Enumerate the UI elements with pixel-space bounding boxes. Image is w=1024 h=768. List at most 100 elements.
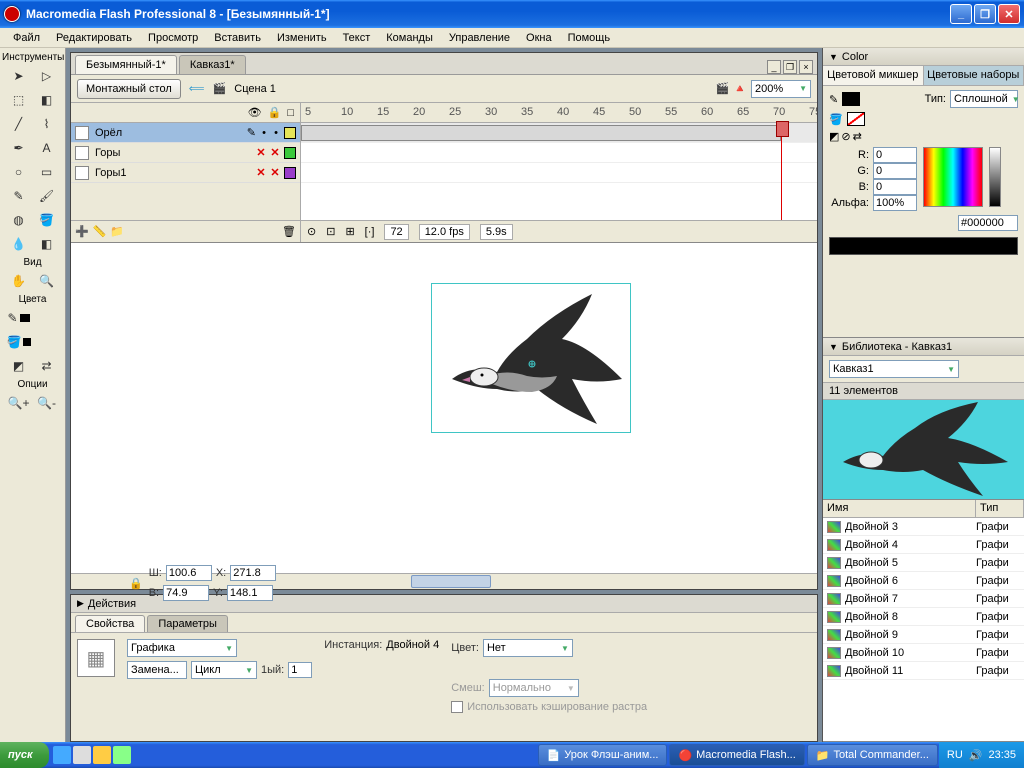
layer-color[interactable]: [284, 127, 296, 139]
edit-symbol-icon[interactable]: 🔺: [733, 82, 747, 95]
library-doc-select[interactable]: Кавказ1▼: [829, 360, 959, 378]
ink-bottle-tool[interactable]: ◍: [6, 209, 32, 231]
library-item[interactable]: Двойной 9Графи: [823, 626, 1024, 644]
ql-desktop-icon[interactable]: [73, 746, 91, 764]
b-field[interactable]: [873, 179, 917, 195]
layer-row[interactable]: Орёл ✎ ••: [71, 123, 300, 143]
onion-markers-icon[interactable]: [·]: [365, 226, 375, 238]
doc-tab-1[interactable]: Безымянный-1*: [75, 55, 177, 74]
menu-window[interactable]: Окна: [519, 30, 559, 46]
col-name[interactable]: Имя: [823, 500, 976, 517]
lang-indicator[interactable]: RU: [947, 749, 963, 761]
layer-color[interactable]: [284, 147, 296, 159]
alpha-field[interactable]: [873, 195, 917, 211]
library-item[interactable]: Двойной 4Графи: [823, 536, 1024, 554]
ql-app-icon[interactable]: [93, 746, 111, 764]
fill-swatch[interactable]: [847, 112, 865, 126]
menu-edit[interactable]: Редактировать: [49, 30, 139, 46]
library-list[interactable]: Двойной 3ГрафиДвойной 4ГрафиДвойной 5Гра…: [823, 518, 1024, 741]
library-item[interactable]: Двойной 7Графи: [823, 590, 1024, 608]
library-item[interactable]: Двойной 11Графи: [823, 662, 1024, 680]
playhead[interactable]: [781, 123, 782, 220]
gradient-transform-tool[interactable]: ◧: [34, 89, 60, 111]
library-item[interactable]: Двойной 5Графи: [823, 554, 1024, 572]
color-picker[interactable]: [923, 147, 983, 207]
brightness-ramp[interactable]: [989, 147, 1001, 207]
eyedropper-tool[interactable]: 💧: [6, 233, 32, 255]
lock-icon[interactable]: 🔒: [268, 106, 282, 119]
menu-help[interactable]: Помощь: [561, 30, 618, 46]
menu-commands[interactable]: Команды: [379, 30, 440, 46]
color-effect-select[interactable]: Нет▼: [483, 639, 573, 657]
task-button[interactable]: 📄Урок Флэш-аним...: [538, 744, 668, 766]
layer-color[interactable]: [284, 167, 296, 179]
rectangle-tool[interactable]: ▭: [34, 161, 60, 183]
layer-row[interactable]: Горы ✕✕: [71, 143, 300, 163]
selection-box[interactable]: [431, 283, 631, 433]
lasso-tool[interactable]: ⌇: [34, 113, 60, 135]
swap-icon[interactable]: ⇄: [853, 130, 862, 143]
menu-file[interactable]: Файл: [6, 30, 47, 46]
width-field[interactable]: [166, 565, 212, 581]
library-item[interactable]: Двойной 8Графи: [823, 608, 1024, 626]
menu-text[interactable]: Текст: [336, 30, 378, 46]
pencil-tool[interactable]: ✎: [6, 185, 32, 207]
default-colors[interactable]: ◩: [6, 355, 32, 377]
task-button[interactable]: 🔴Macromedia Flash...: [669, 744, 804, 766]
instance-type-select[interactable]: Графика▼: [127, 639, 237, 657]
library-item[interactable]: Двойной 10Графи: [823, 644, 1024, 662]
eraser-tool[interactable]: ◧: [34, 233, 60, 255]
tab-properties[interactable]: Свойства: [75, 615, 145, 632]
back-icon[interactable]: ⟸: [189, 82, 205, 95]
zoom-select[interactable]: 200%▼: [751, 80, 811, 98]
edit-multiple-icon[interactable]: ⊞: [345, 225, 354, 238]
tab-color-mixer[interactable]: Цветовой микшер: [823, 66, 924, 85]
doc-tab-2[interactable]: Кавказ1*: [179, 55, 246, 74]
zoom-tool[interactable]: 🔍: [34, 270, 60, 292]
layer-row[interactable]: Горы1 ✕✕: [71, 163, 300, 183]
menu-insert[interactable]: Вставить: [207, 30, 268, 46]
tray-icon[interactable]: 🔊: [969, 749, 983, 762]
loop-select[interactable]: Цикл▼: [191, 661, 257, 679]
y-field[interactable]: [227, 585, 273, 601]
new-layer-icon[interactable]: ➕: [75, 225, 89, 238]
lock-wh-icon[interactable]: 🔒: [129, 577, 143, 590]
onion-skin-icon[interactable]: ⊙: [307, 225, 316, 238]
menu-control[interactable]: Управление: [442, 30, 517, 46]
stroke-color[interactable]: ✎: [6, 307, 32, 329]
color-panel-header[interactable]: ▼Color: [823, 48, 1024, 66]
timeline-ruler[interactable]: 5 10 15 20 25 30 35 40 45 50 55 60 65 70: [301, 103, 817, 123]
maximize-button[interactable]: ❐: [974, 4, 996, 24]
r-field[interactable]: [873, 147, 917, 163]
start-button[interactable]: пуск: [0, 742, 49, 768]
library-item[interactable]: Двойной 6Графи: [823, 572, 1024, 590]
text-tool[interactable]: A: [34, 137, 60, 159]
first-frame-field[interactable]: [288, 662, 312, 678]
task-button[interactable]: 📁Total Commander...: [807, 744, 938, 766]
library-header[interactable]: ▼Библиотека - Кавказ1: [823, 338, 1024, 356]
system-tray[interactable]: RU 🔊 23:35: [939, 742, 1024, 768]
tab-color-swatches[interactable]: Цветовые наборы: [924, 66, 1024, 85]
doc-close[interactable]: ×: [799, 60, 813, 74]
subselection-tool[interactable]: ▷: [34, 65, 60, 87]
menu-modify[interactable]: Изменить: [270, 30, 334, 46]
col-type[interactable]: Тип: [976, 500, 1024, 517]
selection-tool[interactable]: ➤: [6, 65, 32, 87]
hex-field[interactable]: [958, 215, 1018, 231]
swap-colors[interactable]: ⇄: [34, 355, 60, 377]
hand-tool[interactable]: ✋: [6, 270, 32, 292]
pen-tool[interactable]: ✒: [6, 137, 32, 159]
oval-tool[interactable]: ○: [6, 161, 32, 183]
brush-tool[interactable]: 🖌: [34, 185, 60, 207]
x-field[interactable]: [230, 565, 276, 581]
ql-app2-icon[interactable]: [113, 746, 131, 764]
nocolor-icon[interactable]: ⊘: [841, 130, 850, 143]
menu-view[interactable]: Просмотр: [141, 30, 205, 46]
swap-button[interactable]: Замена...: [127, 661, 187, 679]
ql-ie-icon[interactable]: [53, 746, 71, 764]
zoom-out-option[interactable]: 🔍-: [34, 392, 60, 414]
line-tool[interactable]: ╱: [6, 113, 32, 135]
zoom-in-option[interactable]: 🔍+: [6, 392, 32, 414]
delete-layer-icon[interactable]: 🗑: [282, 225, 296, 238]
edit-scene-icon[interactable]: 🎬: [716, 82, 730, 95]
